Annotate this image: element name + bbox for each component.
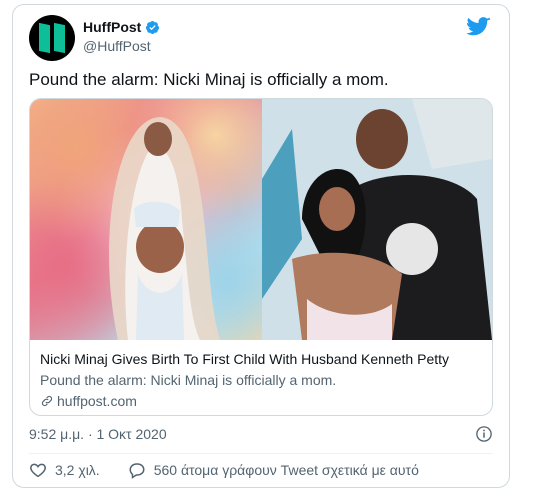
tweet-timestamp[interactable]: 9:52 μ.μ. · 1 Οκτ 2020 [29, 426, 167, 442]
couple-photo [262, 99, 492, 340]
portrait-figure [109, 117, 220, 340]
reply-button[interactable]: 560 άτομα γράφουν Tweet σχετικά με αυτό [128, 461, 419, 479]
portrait-photo [30, 99, 262, 340]
heart-icon [30, 463, 46, 478]
author-name-row: HuffPost [83, 19, 160, 35]
huffpost-logo-icon [39, 24, 65, 52]
tweet-text: Pound the alarm: Nicki Minaj is official… [29, 70, 389, 89]
couple-figures [262, 99, 492, 340]
tweet-card[interactable]: HuffPost @HuffPost Pound the alarm: Nick… [12, 4, 510, 488]
avatar[interactable] [29, 15, 75, 61]
card-domain-text: huffpost.com [57, 393, 137, 409]
link-icon [41, 395, 53, 407]
handle[interactable]: @HuffPost [83, 38, 151, 54]
divider [29, 453, 493, 454]
card-images [30, 99, 492, 340]
card-domain[interactable]: huffpost.com [40, 393, 137, 409]
verified-badge-icon [146, 20, 160, 34]
link-card[interactable]: Nicki Minaj Gives Birth To First Child W… [29, 98, 493, 416]
like-count: 3,2 χιλ. [55, 462, 100, 478]
like-button[interactable]: 3,2 χιλ. [29, 461, 100, 479]
reply-bubble-icon [129, 463, 145, 479]
card-description: Pound the alarm: Nicki Minaj is official… [40, 372, 337, 388]
card-title[interactable]: Nicki Minaj Gives Birth To First Child W… [40, 351, 449, 367]
twitter-bird-icon[interactable] [467, 17, 491, 37]
action-bar: 3,2 χιλ. 560 άτομα γράφουν Tweet σχετικά… [29, 461, 419, 479]
display-name[interactable]: HuffPost [83, 19, 141, 35]
reply-text: 560 άτομα γράφουν Tweet σχετικά με αυτό [153, 462, 419, 478]
info-icon[interactable] [475, 425, 493, 443]
